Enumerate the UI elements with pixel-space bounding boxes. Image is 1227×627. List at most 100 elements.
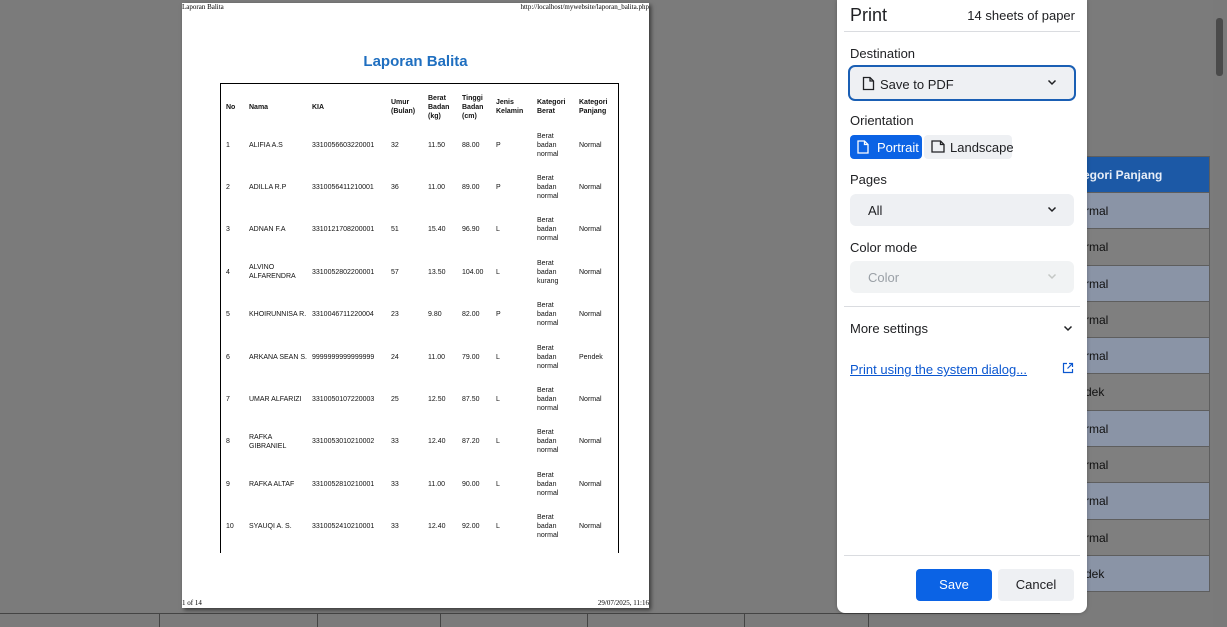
column-header: Nama: [249, 103, 269, 111]
table-row: 6 ARKANA SEAN S. 9999999999999999 24 11.00 79…: [224, 336, 617, 378]
sheet-count: 14 sheets of paper: [967, 8, 1075, 23]
table-cell-tinggi: 88.00: [462, 141, 480, 149]
chevron-down-icon: [1047, 206, 1057, 213]
column-header: No: [226, 103, 236, 111]
table-cell-umur: 51: [391, 226, 399, 234]
table-cell-jk: L: [496, 396, 500, 404]
column-header: Umur (Bulan): [391, 99, 416, 115]
more-settings-toggle[interactable]: More settings: [850, 321, 928, 336]
table-cell-kat-berat: Berat badan normal: [537, 302, 559, 328]
report-table-body: 1 ALIFIA A.S 3310056603220001 32 11.50 88.00 P…: [224, 124, 617, 548]
report-table-frame: No Nama KIA Umur (Bulan) Berat Badan (kg…: [220, 83, 619, 553]
table-cell-kia: 3310052810210001: [312, 480, 375, 488]
table-cell-kia: 3310052802200001: [312, 268, 375, 276]
column-header: Kategori Berat: [537, 99, 566, 115]
pages-value: All: [868, 203, 883, 218]
table-cell-umur: 25: [391, 396, 399, 404]
table-cell-nama: KHOIRUNNISA R.: [249, 311, 307, 319]
table-cell-jk: L: [496, 268, 500, 276]
table-cell-umur: 23: [391, 311, 399, 319]
landscape-icon: [931, 140, 945, 153]
table-cell-tinggi: 82.00: [462, 311, 480, 319]
table-cell-kat-panjang: Normal: [579, 141, 602, 149]
table-cell-nama: ALVINO ALFARENDRA: [249, 264, 296, 281]
pages-select[interactable]: All: [850, 194, 1074, 226]
table-cell-berat: 12.50: [428, 396, 446, 404]
table-cell-jk: L: [496, 226, 500, 234]
table-cell-kat-berat: Berat badan normal: [537, 344, 559, 370]
table-cell-kia: 9999999999999999: [312, 353, 375, 361]
table-cell-no: 4: [226, 268, 230, 276]
table-cell-kat-berat: Berat badan normal: [537, 514, 559, 540]
table-cell-nama: ARKANA SEAN S.: [249, 353, 307, 361]
table-row: 2 ADILLA R.P 3310056411210001 36 11.00 89.00 P…: [224, 166, 617, 208]
table-cell-tinggi: 87.20: [462, 438, 480, 446]
table-cell-nama: RAFKA ALTAF: [249, 480, 295, 488]
table-cell-kat-panjang: Normal: [579, 438, 602, 446]
table-cell-kia: 3310050107220003: [312, 396, 375, 404]
table-row: 9 RAFKA ALTAF 3310052810210001 33 11.00 90.00…: [224, 463, 617, 505]
table-row: 3 ADNAN F.A 3310121708200001 51 15.40 96.90 L B…: [224, 209, 617, 251]
table-cell-jk: L: [496, 438, 500, 446]
table-cell-berat: 11.00: [428, 353, 445, 361]
dialog-title: Print: [850, 5, 888, 25]
report-title: Laporan Balita: [363, 53, 468, 70]
table-cell-jk: P: [496, 311, 501, 319]
chevron-down-icon[interactable]: [1062, 322, 1074, 334]
color-mode-value: Color: [868, 270, 900, 285]
system-dialog-link[interactable]: Print using the system dialog...: [850, 362, 1027, 377]
table-cell-kat-berat: Berat badan normal: [537, 175, 559, 201]
table-cell-no: 6: [226, 353, 230, 361]
table-cell-tinggi: 90.00: [462, 480, 480, 488]
table-cell-no: 2: [226, 184, 230, 192]
table-cell-kat-panjang: Normal: [579, 311, 602, 319]
cancel-button[interactable]: Cancel: [998, 569, 1074, 601]
table-cell-nama: ADILLA R.P: [249, 184, 287, 192]
table-cell-jk: P: [496, 184, 501, 192]
table-cell-kat-panjang: Normal: [579, 226, 602, 234]
table-cell-umur: 57: [391, 268, 399, 276]
chevron-down-icon: [1047, 79, 1057, 86]
table-cell-berat: 13.50: [428, 268, 446, 276]
table-row: 5 KHOIRUNNISA R. 3310046711220004 23 9.80 82.…: [224, 294, 617, 336]
landscape-toggle[interactable]: Landscape: [924, 135, 1014, 159]
table-cell-tinggi: 79.00: [462, 353, 480, 361]
divider: [844, 31, 1080, 32]
table-row: 10 SYAUQI A. S. 3310052410210001 33 12.40 92.…: [224, 506, 617, 548]
table-cell-nama: RAFKA GIBRANIEL: [249, 433, 287, 450]
table-cell-jk: P: [496, 141, 501, 149]
table-cell-kat-berat: Berat badan normal: [537, 132, 559, 158]
background-bottom-row: [0, 613, 1060, 627]
background-scrollbar-thumb: [1216, 18, 1223, 76]
portrait-icon: [857, 140, 869, 154]
destination-label: Destination: [850, 46, 916, 61]
table-cell-berat: 9.80: [428, 311, 442, 319]
table-cell-jk: L: [496, 353, 500, 361]
page-header-title: Laporan Balita: [182, 3, 224, 11]
table-cell-jk: L: [496, 480, 500, 488]
table-cell-no: 8: [226, 438, 230, 446]
report-table: No Nama KIA Umur (Bulan) Berat Badan (kg…: [224, 90, 617, 548]
table-cell-tinggi: 96.90: [462, 226, 480, 234]
table-cell-kia: 3310046711220004: [312, 311, 374, 319]
table-cell-nama: ALIFIA A.S: [249, 141, 283, 149]
page-header-url: http://localhost/mywebsite/laporan_balit…: [520, 3, 649, 11]
table-cell-tinggi: 104.00: [462, 268, 484, 276]
table-cell-berat: 11.00: [428, 184, 445, 192]
table-cell-kat-berat: Berat badan normal: [537, 387, 559, 413]
print-preview-sheet: Laporan Balita http://localhost/mywebsit…: [182, 3, 649, 608]
pages-label: Pages: [850, 172, 887, 187]
destination-select[interactable]: Save to PDF: [848, 65, 1076, 101]
table-row: 4 ALVINO ALFARENDRA 3310052802200001 57 13.5…: [224, 251, 617, 293]
table-cell-umur: 24: [391, 353, 399, 361]
column-header: Kategori Panjang: [579, 99, 608, 115]
table-cell-no: 1: [226, 141, 230, 149]
table-cell-berat: 11.00: [428, 480, 445, 488]
open-in-new-icon[interactable]: [1062, 362, 1074, 374]
divider: [844, 555, 1080, 556]
table-cell-tinggi: 87.50: [462, 396, 480, 404]
portrait-toggle[interactable]: Portrait: [850, 135, 922, 159]
table-cell-kat-berat: Berat badan normal: [537, 217, 559, 243]
table-cell-kat-panjang: Normal: [579, 523, 602, 531]
save-button[interactable]: Save: [916, 569, 992, 601]
